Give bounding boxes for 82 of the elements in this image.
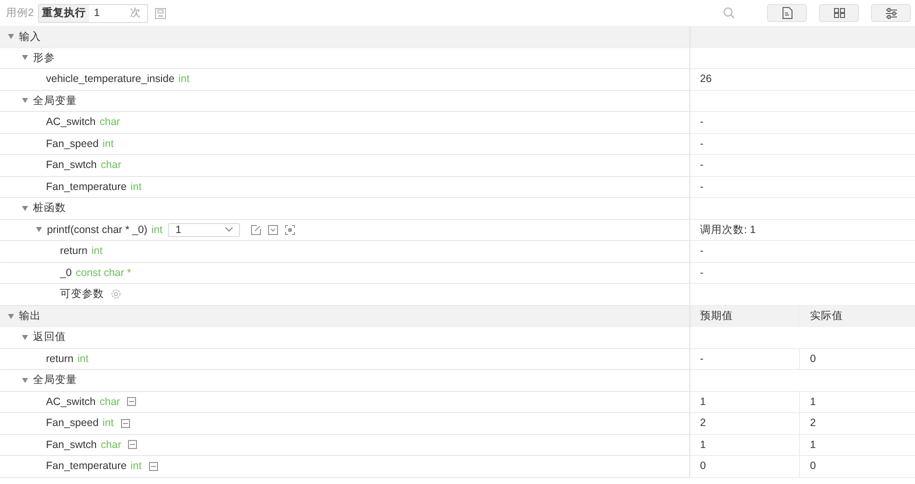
document-button[interactable] — [767, 4, 807, 22]
expand-arrow-icon[interactable] — [8, 34, 14, 40]
table-cell-text: 26 — [699, 73, 712, 86]
search-icon[interactable] — [723, 7, 735, 19]
variable-name: Fan_temperature — [46, 460, 127, 472]
expand-arrow-icon[interactable] — [22, 334, 28, 340]
dropdown-box-icon[interactable] — [268, 224, 278, 235]
variable-name: return — [60, 245, 88, 258]
save-icon[interactable] — [154, 8, 166, 18]
table-cell-text: 调用次数: 1 — [699, 222, 756, 237]
table-cell-text: 2 — [809, 417, 817, 430]
collapse-box-icon[interactable] — [148, 462, 158, 471]
type-label: char — [100, 159, 122, 172]
variable-name: Fan_swtch — [46, 159, 97, 172]
table-cell: 预期值 — [690, 306, 800, 327]
variable-name: return — [46, 352, 74, 365]
grid-icon — [834, 8, 844, 18]
variable-name: Fan_speed — [46, 138, 99, 150]
variable-name: printf(const char * _0) — [47, 224, 148, 236]
table-cell-text: - — [699, 138, 704, 150]
expand-arrow-icon[interactable] — [8, 314, 14, 319]
variable-name: Fan_temperature — [46, 180, 127, 193]
type-label: char — [100, 396, 120, 408]
table-cell-text: 实际值 — [809, 309, 844, 324]
group-label: 输出 — [19, 309, 41, 324]
variable-name: Fan_swtch — [46, 438, 97, 451]
type-label: int — [77, 352, 89, 365]
group-label: 全局变量 — [33, 94, 77, 108]
expand-arrow-icon[interactable] — [22, 378, 28, 383]
variable-name: Fan_speed — [46, 417, 99, 430]
expand-arrow-icon[interactable] — [22, 98, 28, 104]
table-cell-text: - — [699, 180, 704, 193]
type-label: char — [100, 438, 122, 451]
table-cell-text: 1 — [809, 396, 817, 408]
table-cell-text: - — [699, 116, 704, 128]
group-label: 输入 — [19, 30, 41, 44]
type-label: int — [178, 73, 190, 86]
type-label: int — [102, 138, 114, 150]
expand-arrow-icon[interactable] — [22, 206, 28, 211]
document-icon — [782, 7, 792, 19]
type-label: int — [151, 224, 162, 236]
table-cell-text: - — [699, 266, 704, 279]
table-cell-text: 1 — [809, 438, 817, 451]
target-icon[interactable] — [285, 224, 296, 235]
group-label: 返回值 — [33, 330, 66, 344]
group-label: 全局变量 — [33, 373, 77, 388]
variable-name: _0 — [60, 266, 72, 279]
type-label: int — [91, 245, 103, 258]
collapse-box-icon[interactable] — [120, 418, 130, 428]
variable-name: AC_switch — [46, 396, 96, 408]
group-label: 桩函数 — [33, 201, 66, 216]
variable-name: vehicle_temperature_inside — [46, 73, 174, 86]
expand-arrow-icon[interactable] — [36, 227, 42, 232]
filter-button[interactable] — [871, 4, 911, 22]
collapse-box-icon[interactable] — [128, 440, 138, 450]
variable-name: AC_switch — [46, 116, 96, 128]
type-label: int — [130, 180, 142, 193]
sliders-icon — [886, 8, 896, 18]
gear-icon[interactable] — [111, 289, 121, 300]
table-cell: 1 — [690, 434, 800, 455]
table-cell-text: - — [699, 245, 704, 258]
grid-view-button[interactable] — [819, 4, 859, 22]
table-cell: 2 — [690, 413, 800, 434]
edit-icon[interactable] — [251, 224, 262, 235]
case-label: 用例2 — [6, 6, 34, 20]
table-cell-text: 0 — [809, 352, 817, 365]
table-cell-text: 0 — [809, 460, 817, 472]
type-label: int — [102, 417, 114, 430]
table-cell-text: - — [699, 159, 704, 172]
chevron-icon — [225, 227, 234, 232]
repeat-count-field[interactable]: 重复执行 1 次 — [38, 4, 148, 22]
expand-arrow-icon[interactable] — [22, 55, 28, 60]
group-label: 形参 — [33, 50, 55, 65]
table-cell: 1 — [690, 392, 800, 412]
type-label: const char * — [76, 266, 132, 279]
table-cell: - — [690, 348, 800, 369]
type-label: char — [100, 116, 120, 128]
call-count-select[interactable]: 1 — [168, 222, 240, 237]
collapse-box-icon[interactable] — [127, 397, 136, 406]
type-label: int — [130, 460, 142, 472]
variable-name: 可变参数 — [60, 287, 104, 302]
table-cell: 0 — [690, 456, 800, 476]
